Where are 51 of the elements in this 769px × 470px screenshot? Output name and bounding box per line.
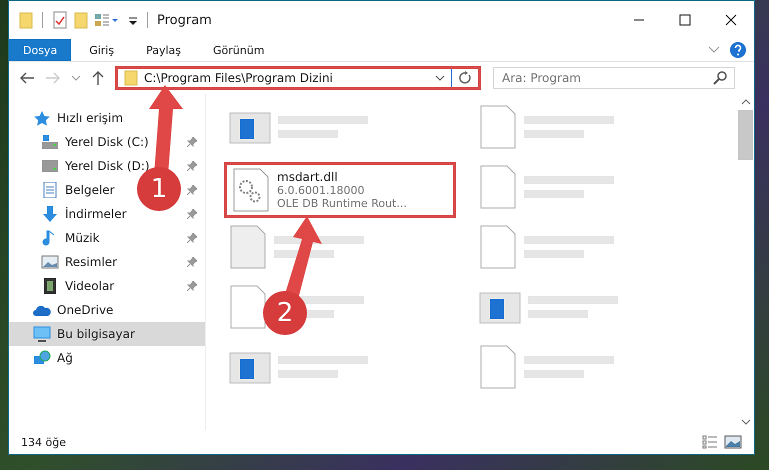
recent-caret-icon[interactable] [71, 74, 81, 82]
sidebar-item[interactable]: Müzik [33, 226, 106, 250]
address-path: C:\Program Files\Program Dizini [144, 71, 334, 85]
scroll-down-icon[interactable] [740, 418, 750, 426]
network-icon [33, 350, 51, 366]
window-title: Program [157, 12, 212, 28]
disk-c-icon [41, 134, 59, 150]
sidebar-item[interactable]: Yerel Disk (C:) [33, 130, 155, 154]
maximize-icon [679, 14, 691, 26]
pictures-icon [41, 254, 59, 270]
sidebar-item[interactable]: Bu bilgisayar [9, 322, 205, 346]
sidebar-item[interactable]: Belgeler [33, 178, 121, 202]
file-icon[interactable] [228, 284, 268, 330]
ribbon-tab[interactable]: Paylaş [132, 39, 195, 61]
scrollbar-thumb[interactable] [738, 110, 753, 160]
folder-icon [124, 70, 138, 86]
file-name: msdart.dll [277, 170, 339, 184]
ribbon-tab[interactable]: Dosya [9, 39, 72, 61]
up-arrow-icon[interactable] [91, 70, 105, 86]
address-bar[interactable]: C:\Program Files\Program Dizini [115, 66, 481, 90]
sidebar-item[interactable]: Ağ [25, 346, 79, 370]
file-item[interactable]: msdart.dll 6.0.6001.18000 OLE DB Runtime Rout... [224, 162, 456, 218]
sidebar-item[interactable]: Resimler [33, 250, 124, 274]
file-detail: OLE DB Runtime Rout... [277, 197, 407, 210]
search-icon [713, 71, 727, 85]
refresh-icon[interactable] [458, 71, 472, 85]
search-field[interactable]: Ara: Program [493, 67, 735, 89]
download-icon [41, 206, 59, 222]
video-icon [41, 278, 59, 294]
computer-icon [33, 326, 51, 342]
properties-icon[interactable] [52, 11, 68, 29]
help-icon[interactable] [730, 42, 746, 58]
scroll-up-icon[interactable] [740, 98, 750, 106]
ribbon-tab[interactable]: Giriş [75, 39, 128, 61]
item-count: 134 öğe [21, 436, 66, 448]
ribbon-tab[interactable]: Görünüm [199, 39, 278, 61]
file-detail: 6.0.6001.18000 [277, 184, 366, 197]
close-icon [725, 14, 737, 26]
document-icon [41, 182, 59, 198]
dropdown-caret-icon[interactable] [435, 74, 445, 82]
sidebar-item[interactable]: OneDrive [25, 298, 120, 322]
sidebar-item[interactable]: Videolar [33, 274, 120, 298]
gear-file-icon [231, 167, 271, 213]
annotation-number: 2 [276, 298, 294, 328]
large-icons-view-icon[interactable] [724, 435, 742, 449]
star-icon [33, 110, 51, 126]
sidebar-item[interactable]: İndirmeler [33, 202, 133, 226]
expand-ribbon-icon[interactable] [708, 45, 720, 55]
back-arrow-icon[interactable] [19, 71, 35, 85]
sidebar-item[interactable]: Hızlı erişim [25, 106, 130, 130]
details-view-icon[interactable] [702, 435, 718, 449]
